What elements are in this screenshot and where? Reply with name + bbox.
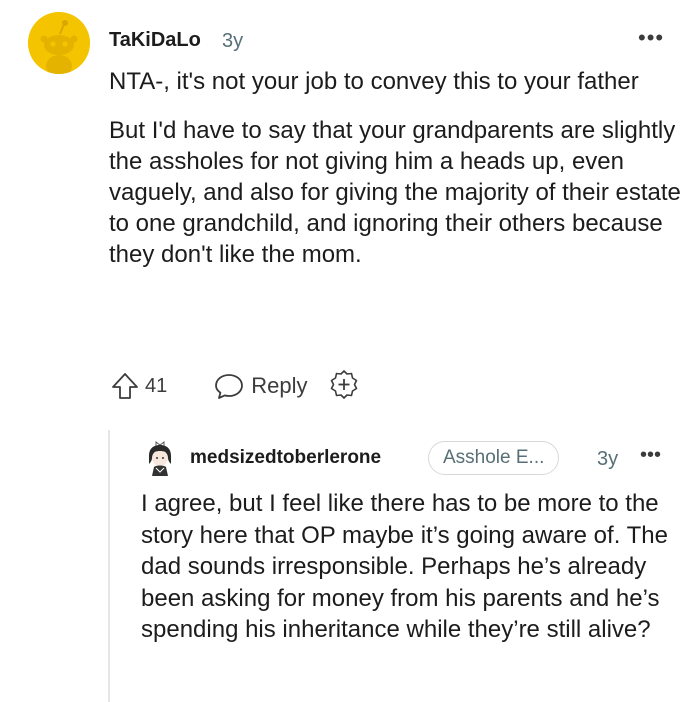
reply-avatar[interactable] [142,438,178,478]
comment-actions: 41 Reply [109,368,360,404]
speech-bubble-icon [215,374,244,399]
upvote-arrow-icon [112,373,138,399]
thread-line[interactable] [108,430,110,702]
award-button[interactable] [328,368,360,405]
reply-more-options-button[interactable]: ••• [640,445,661,465]
comment-author[interactable]: TaKiDaLo [109,29,201,52]
comment-paragraph: NTA-, it's not your job to convey this t… [109,68,639,95]
user-flair[interactable]: Asshole E... [428,441,560,475]
user-avatar-icon [149,441,171,476]
comment-body: NTA-, it's not your job to convey this t… [109,66,684,288]
snoo-avatar-icon [28,12,90,74]
reply-button[interactable]: Reply [213,370,308,402]
upvote-button[interactable] [109,370,141,402]
add-award-icon [330,369,357,399]
reply-age: 3y [597,448,619,470]
comment-paragraph: But I'd have to say that your grandparen… [109,117,681,268]
reply-author[interactable]: medsizedtoberlerone [190,447,381,469]
more-options-button[interactable]: ••• [638,27,664,49]
comment-age: 3y [222,30,244,52]
reply-body: I agree, but I feel like there has to be… [141,490,668,643]
vote-count: 41 [145,374,168,397]
avatar[interactable] [28,12,90,74]
reply-label: Reply [251,373,308,398]
